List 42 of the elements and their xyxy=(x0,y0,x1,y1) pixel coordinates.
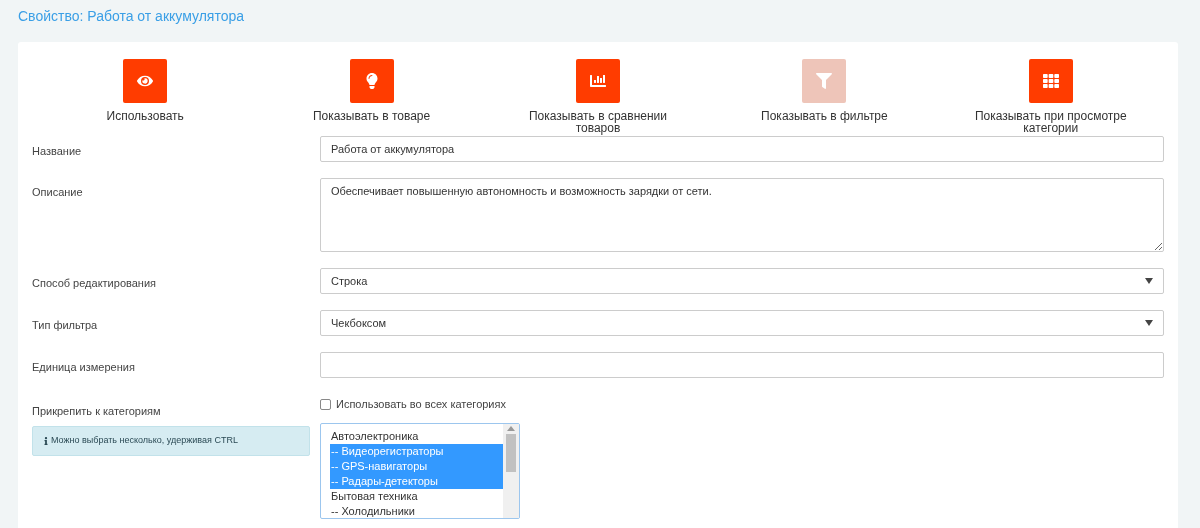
category-listbox[interactable]: Автоэлектроника -- Видеорегистраторы -- GPS-навигаторы -- Радары-детекторы Бытовая техника -- Холодильники xyxy=(320,422,520,519)
info-icon xyxy=(43,436,49,445)
category-option[interactable]: -- Холодильники xyxy=(330,503,503,518)
toggle-label: Показывать при просмотре категории xyxy=(973,110,1128,134)
toggle-button[interactable] xyxy=(576,59,620,103)
toggle-label: Показывать в фильтре xyxy=(760,110,889,122)
grid-icon xyxy=(1042,73,1059,89)
text-field[interactable]: Работа от аккумулятора xyxy=(320,136,1164,162)
filter-icon xyxy=(816,73,833,89)
field-label: Способ редактирования xyxy=(32,276,157,291)
lightbulb-icon xyxy=(363,73,380,89)
description-field[interactable]: Обеспечивает повышенную автономность и возможность зарядки от сети. xyxy=(320,178,1164,252)
field-label: Описание xyxy=(32,185,84,200)
bar-chart-icon xyxy=(590,73,606,89)
toggle-button[interactable] xyxy=(349,59,394,103)
toggle-label: Показывать в товаре xyxy=(312,110,432,122)
category-option[interactable]: Бытовая техника xyxy=(330,488,503,504)
caret-icon xyxy=(1145,320,1153,326)
page-title: Свойство: Работа от аккумулятора xyxy=(18,7,245,26)
toggle-button[interactable] xyxy=(123,59,168,103)
text-field[interactable] xyxy=(320,352,1164,378)
checkbox-label: Использовать во всех категориях xyxy=(336,397,506,412)
caret-icon xyxy=(1145,278,1153,284)
scroll-thumb[interactable] xyxy=(506,433,516,472)
select-value: Чекбоксом xyxy=(331,315,387,331)
select-value: Строка xyxy=(331,273,368,289)
select-field[interactable]: Строка xyxy=(320,268,1164,294)
eye-icon xyxy=(137,73,154,89)
select-field[interactable]: Чекбоксом xyxy=(320,310,1164,336)
scroll-up-icon xyxy=(507,425,515,431)
field-label: Тип фильтра xyxy=(32,318,99,333)
field-label: Единица измерения xyxy=(32,360,136,375)
field-label: Прикрепить к категориям xyxy=(32,404,162,419)
toggle-label: Использовать xyxy=(105,110,185,122)
toggle-button[interactable] xyxy=(802,59,847,103)
hint-text: Можно выбрать несколько, удерживая CTRL xyxy=(51,433,238,447)
checkbox[interactable] xyxy=(320,398,331,410)
scrollbar[interactable] xyxy=(503,423,519,518)
field-label: Название xyxy=(32,144,83,159)
category-option[interactable]: Автоэлектроника xyxy=(330,428,503,444)
toggle-button[interactable] xyxy=(1028,59,1073,103)
toggle-label: Показывать в сравнении товаров xyxy=(528,110,668,134)
